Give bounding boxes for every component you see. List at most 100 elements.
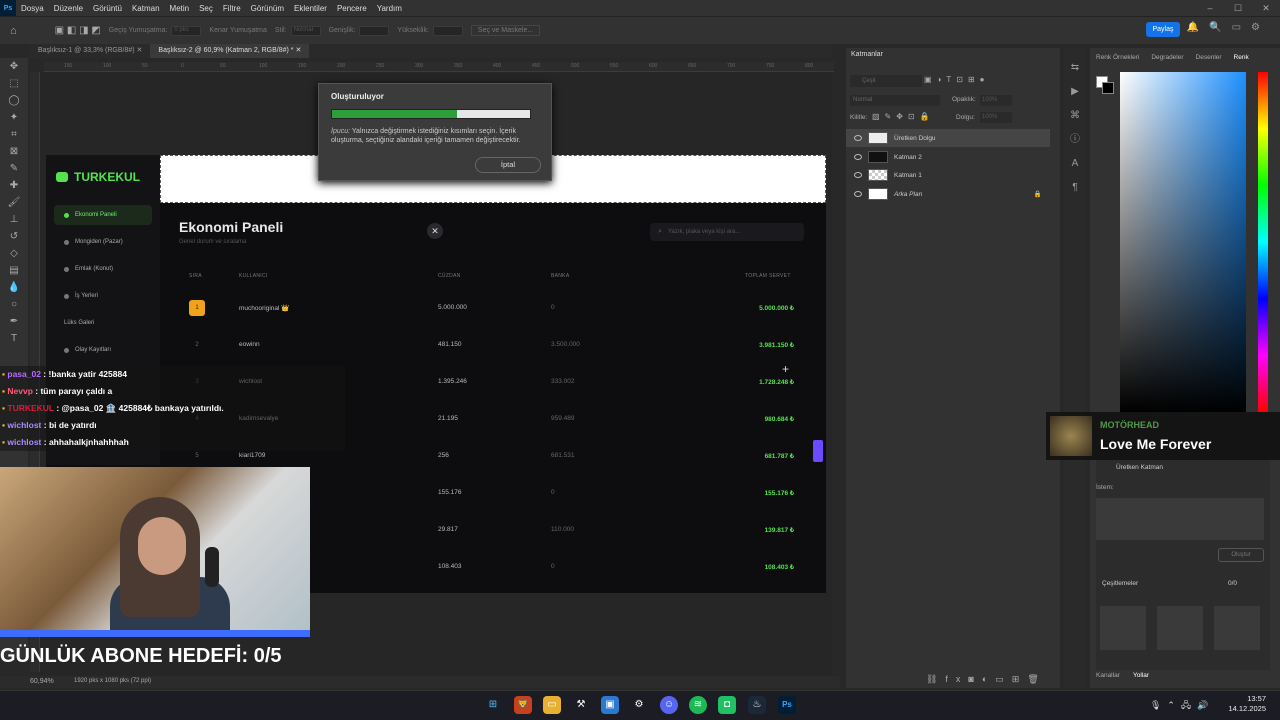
search-input[interactable]: Yazık, plaka veya kişi ara... [650, 223, 804, 241]
hue-slider[interactable] [1258, 72, 1268, 412]
menu-pencere[interactable]: Pencere [332, 4, 372, 13]
tab-document-1[interactable]: Başlıksız-1 @ 33,3% (RGB/8#) ✕ [30, 44, 150, 58]
photoshop-logo-icon[interactable]: Ps [0, 0, 16, 16]
settings-icon[interactable]: ⚙ [630, 696, 648, 714]
maximize-icon[interactable]: ☐ [1224, 0, 1252, 16]
layer-generative-fill[interactable]: Üretken Dolgu [846, 129, 1050, 147]
fill-input[interactable]: 100% [980, 112, 1012, 123]
layer-background[interactable]: Arka Plan 🔒 [846, 185, 1050, 203]
eyedropper-icon[interactable]: ✎ [0, 160, 28, 177]
nav-galeri[interactable]: Lüks Galeri [54, 313, 152, 333]
brave-icon[interactable]: 🦁 [514, 696, 532, 714]
generate-button[interactable]: Oluştur [1218, 548, 1264, 562]
tab-patterns[interactable]: Desenler [1196, 54, 1222, 61]
hammer-app-icon[interactable]: ⚒ [572, 696, 590, 714]
variation-thumb-2[interactable] [1157, 606, 1203, 650]
style-select[interactable]: Normal [290, 25, 321, 36]
close-icon[interactable]: ✕ [1252, 0, 1280, 16]
minimize-icon[interactable]: – [1196, 0, 1224, 16]
menu-duzenle[interactable]: Düzenle [49, 4, 88, 13]
blur-tool-icon[interactable]: 💧 [0, 279, 28, 296]
zoom-level[interactable]: 60,94% [30, 678, 54, 685]
menu-gorunum[interactable]: Görünüm [246, 4, 289, 13]
photoshop-taskbar-icon[interactable]: Ps [778, 696, 796, 714]
photos-icon[interactable]: ▣ [601, 696, 619, 714]
side-widget-icon[interactable] [813, 440, 823, 462]
chat-app-icon[interactable]: ◘ [718, 696, 736, 714]
nav-pazar[interactable]: Mongiden (Pazar) [54, 232, 152, 252]
home-icon[interactable]: ⌂ [10, 25, 17, 37]
layer-filter[interactable]: Çeşit [850, 75, 922, 87]
layer-katman-1[interactable]: Katman 1 [846, 166, 1050, 184]
tab-gradients[interactable]: Degradeler [1151, 54, 1183, 61]
healing-brush-icon[interactable]: ✚ [0, 177, 28, 194]
nav-emlak[interactable]: Emlak (Konut) [54, 259, 152, 279]
nav-isyerleri[interactable]: İş Yerleri [54, 286, 152, 306]
steam-icon[interactable]: ♨ [748, 696, 766, 714]
panel-icons[interactable]: ⇆ ▶ ⌘ ⓘ A ¶ [1064, 48, 1086, 200]
eye-icon[interactable] [854, 135, 862, 141]
marquee-tool-icon[interactable]: ⬚ [0, 75, 28, 92]
nav-olay[interactable]: Olay Kayıtları [54, 340, 152, 360]
tab-paths[interactable]: Yollar [1133, 672, 1149, 679]
gradient-icon[interactable]: ▤ [0, 262, 28, 279]
menu-katman[interactable]: Katman [127, 4, 165, 13]
frame-tool-icon[interactable]: ⊠ [0, 143, 28, 160]
menu-dosya[interactable]: Dosya [16, 4, 49, 13]
system-clock[interactable]: 13:57 14.12.2025 [1228, 694, 1266, 714]
menu-metin[interactable]: Metin [165, 4, 195, 13]
height-input[interactable] [432, 25, 463, 36]
variation-thumb-3[interactable] [1214, 606, 1260, 650]
crop-tool-icon[interactable]: ⌗ [0, 126, 28, 143]
eye-icon[interactable] [854, 191, 862, 197]
menu-filtre[interactable]: Filtre [218, 4, 246, 13]
lock-icons[interactable]: ▧✎✥⊡🔒 [872, 112, 935, 121]
layer-filter-icons[interactable]: ▣◑T⊡⊞● [924, 75, 990, 84]
pen-tool-icon[interactable]: ✒ [0, 313, 28, 330]
type-tool-icon[interactable]: T [0, 330, 28, 347]
blend-mode-select[interactable]: Normal [850, 95, 940, 106]
color-picker-field[interactable] [1120, 72, 1246, 412]
layer-footer-icons[interactable]: ⛓fx◙◐▭⊞🗑 [926, 674, 1047, 685]
menu-eklentiler[interactable]: Eklentiler [289, 4, 332, 13]
close-button[interactable]: ✕ [427, 223, 443, 239]
menu-goruntu[interactable]: Görüntü [88, 4, 127, 13]
prompt-input[interactable] [1096, 498, 1264, 540]
opacity-input[interactable]: 100% [980, 95, 1012, 106]
feather-input[interactable]: 0 pks [171, 25, 202, 36]
tray-icons[interactable]: 🎙⌃🖧🔊 [1150, 698, 1214, 714]
file-explorer-icon[interactable]: ▭ [543, 696, 561, 714]
start-icon[interactable]: ⊞ [484, 696, 502, 714]
dodge-tool-icon[interactable]: ○ [0, 296, 28, 313]
marquee-icon[interactable]: ▣ ◧ ◨ ◩ [55, 25, 101, 36]
lasso-tool-icon[interactable]: ◯ [0, 92, 28, 109]
tab-channels[interactable]: Kanallar [1096, 672, 1120, 679]
magic-wand-icon[interactable]: ✦ [0, 109, 28, 126]
tab-swatches[interactable]: Renk Örnekleri [1096, 54, 1139, 61]
eye-icon[interactable] [854, 154, 862, 160]
layers-title[interactable]: Katmanlar [851, 51, 883, 58]
move-tool-icon[interactable]: ✥ [0, 58, 28, 75]
eraser-icon[interactable]: ◇ [0, 245, 28, 262]
brush-tool-icon[interactable]: 🖌 [0, 194, 28, 211]
menu-sec[interactable]: Seç [194, 4, 218, 13]
layer-katman-2[interactable]: Katman 2 [846, 148, 1050, 166]
history-brush-icon[interactable]: ↺ [0, 228, 28, 245]
cancel-button[interactable]: İptal [475, 157, 541, 173]
share-button[interactable]: Paylaş [1146, 22, 1180, 37]
tab-document-2[interactable]: Başlıksız-2 @ 60,9% (Katman 2, RGB/8#) *… [150, 44, 310, 58]
variation-thumb-1[interactable] [1100, 606, 1146, 650]
select-mask-button[interactable]: Seç ve Maskele... [470, 25, 541, 36]
discord-icon[interactable]: ☺ [660, 696, 678, 714]
stamp-tool-icon[interactable]: ⊥ [0, 211, 28, 228]
width-input[interactable] [359, 25, 390, 36]
spotify-icon[interactable]: ≋ [689, 696, 707, 714]
menu-yardim[interactable]: Yardım [372, 4, 407, 13]
feather-label: Geçiş Yumuşatma: [108, 27, 168, 34]
nav-ekonomi[interactable]: Ekonomi Paneli [54, 205, 152, 225]
eye-icon[interactable] [854, 172, 862, 178]
background-color[interactable] [1102, 82, 1114, 94]
variations-label[interactable]: Çeşitlemeler [1102, 580, 1138, 587]
antialias-option[interactable]: Kenar Yumuşatma [209, 27, 266, 34]
tab-color[interactable]: Renk [1234, 54, 1249, 61]
